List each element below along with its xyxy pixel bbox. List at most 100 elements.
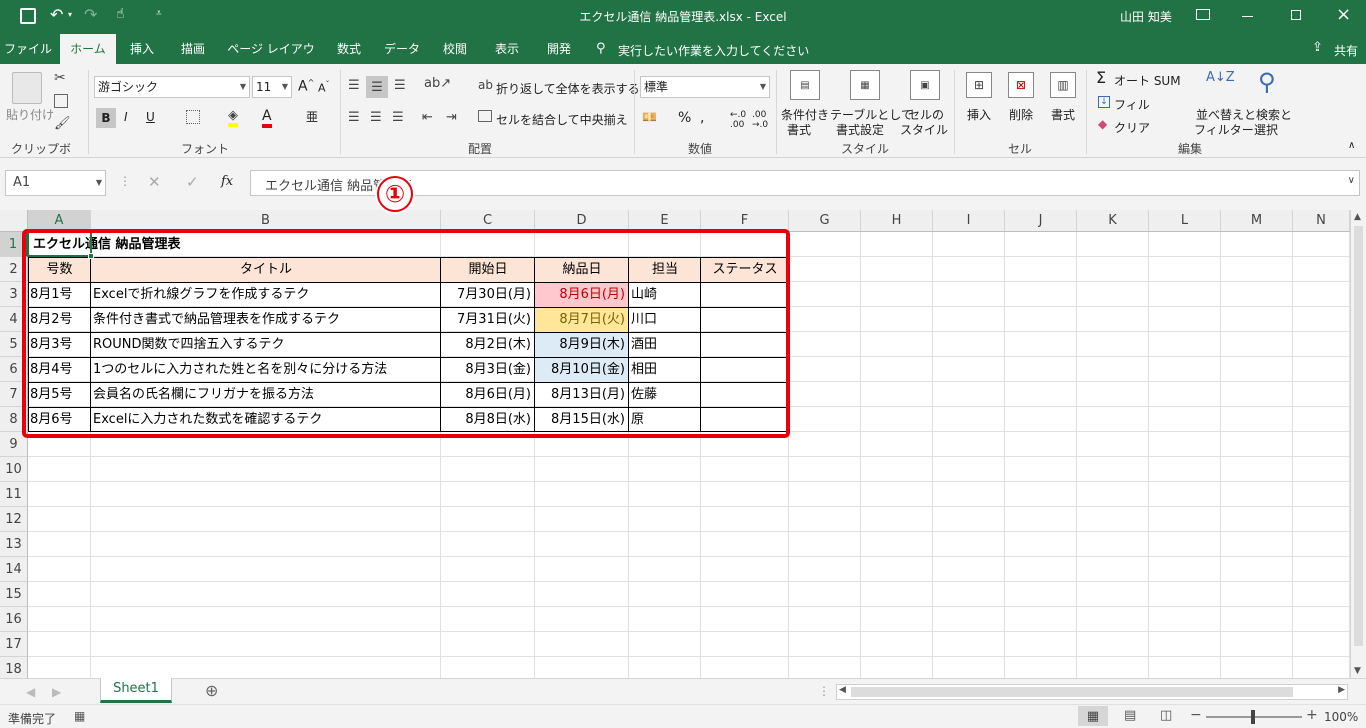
- decrease-indent-icon[interactable]: ⇤: [422, 110, 433, 125]
- horizontal-scroll-thumb[interactable]: [851, 687, 1293, 697]
- fill-button[interactable]: フィル: [1114, 96, 1150, 113]
- cancel-entry-icon[interactable]: ✕: [148, 173, 161, 191]
- row-header[interactable]: 15: [0, 582, 28, 607]
- tab-data[interactable]: データ: [378, 34, 426, 64]
- normal-view-icon[interactable]: ▦: [1078, 706, 1108, 726]
- underline-button[interactable]: U: [146, 110, 155, 124]
- share-icon[interactable]: ⇪: [1312, 40, 1323, 55]
- tab-insert[interactable]: 挿入: [118, 34, 166, 64]
- formula-expand-icon[interactable]: ∨: [1348, 175, 1355, 186]
- align-left-icon[interactable]: ☰: [348, 110, 360, 125]
- close-icon[interactable]: ×: [1336, 4, 1351, 25]
- row-header[interactable]: 13: [0, 532, 28, 557]
- increase-indent-icon[interactable]: ⇥: [446, 110, 457, 125]
- zoom-slider-thumb[interactable]: [1251, 710, 1255, 724]
- tell-me-box[interactable]: 実行したい作業を入力してください: [618, 42, 809, 59]
- sheet-bar-splitter-icon[interactable]: ⋮: [818, 684, 830, 698]
- tab-view[interactable]: 表示: [484, 34, 530, 64]
- undo-dropdown-icon[interactable]: ▾: [68, 10, 72, 19]
- vertical-scroll-thumb[interactable]: [1354, 226, 1363, 646]
- tab-formulas[interactable]: 数式: [326, 34, 372, 64]
- macro-record-icon[interactable]: ▦: [74, 709, 85, 723]
- column-header[interactable]: N: [1293, 210, 1350, 232]
- column-header[interactable]: G: [789, 210, 861, 232]
- zoom-level[interactable]: 100%: [1324, 710, 1358, 724]
- increase-decimal-icon[interactable]: ←.0.00: [730, 110, 746, 130]
- fill-icon[interactable]: ↓: [1098, 96, 1110, 108]
- insert-function-button[interactable]: fx: [221, 174, 233, 189]
- insert-cells-icon[interactable]: ⊞: [966, 72, 992, 98]
- scroll-up-icon[interactable]: ▲: [1354, 212, 1361, 222]
- paste-icon[interactable]: [12, 72, 42, 104]
- sort-filter-label-2[interactable]: フィルター: [1194, 121, 1254, 138]
- percent-style-icon[interactable]: %: [678, 110, 691, 126]
- next-sheet-icon[interactable]: ▶: [52, 685, 61, 699]
- wrap-text-icon[interactable]: ab: [478, 78, 493, 92]
- merge-center-icon[interactable]: [478, 110, 492, 122]
- conditional-formatting-icon[interactable]: ▤: [790, 70, 820, 100]
- decrease-decimal-icon[interactable]: .00 →.0: [752, 110, 768, 130]
- cell-styles-label-2[interactable]: スタイル: [900, 121, 948, 138]
- wrap-text-button[interactable]: 折り返して全体を表示する: [496, 80, 640, 97]
- number-format-select[interactable]: 標準 ▼: [640, 76, 770, 98]
- cell-styles-icon[interactable]: ▣: [910, 70, 940, 100]
- column-header[interactable]: K: [1077, 210, 1149, 232]
- collapse-ribbon-icon[interactable]: ∧: [1348, 140, 1355, 151]
- font-size-select[interactable]: 11 ▼: [252, 76, 292, 98]
- share-button[interactable]: 共有: [1334, 42, 1358, 59]
- vertical-scrollbar[interactable]: ▲ ▼: [1350, 210, 1366, 678]
- delete-cells-icon[interactable]: ⊠: [1008, 72, 1034, 98]
- comma-style-icon[interactable]: ,: [700, 110, 704, 126]
- tab-review[interactable]: 校閲: [432, 34, 478, 64]
- align-top-icon[interactable]: ☰: [348, 78, 360, 93]
- row-header[interactable]: 11: [0, 482, 28, 507]
- column-header[interactable]: J: [1005, 210, 1077, 232]
- column-header[interactable]: H: [861, 210, 933, 232]
- sort-filter-icon[interactable]: A↓Z: [1206, 70, 1235, 85]
- copy-icon[interactable]: [54, 94, 68, 108]
- scroll-left-icon[interactable]: ◀: [839, 685, 846, 695]
- sheet-tab-sheet1[interactable]: Sheet1: [100, 678, 172, 703]
- phonetic-icon[interactable]: 亜: [306, 108, 318, 125]
- bold-button[interactable]: B: [96, 108, 116, 128]
- row-header[interactable]: 17: [0, 632, 28, 657]
- column-header[interactable]: M: [1221, 210, 1293, 232]
- worksheet-grid[interactable]: A B C D E F G H I J K L M N 1 2 3 4 5 6 7 8 9 10 11 12 13 14 15 16 17 1…: [0, 210, 1366, 678]
- clear-icon[interactable]: ◆: [1098, 117, 1107, 131]
- row-header[interactable]: 12: [0, 507, 28, 532]
- restore-icon[interactable]: [1291, 10, 1301, 20]
- undo-icon[interactable]: ↶: [50, 5, 63, 24]
- formula-input[interactable]: エクセル通信 納品管理表 ∨: [250, 170, 1360, 196]
- italic-button[interactable]: I: [124, 110, 128, 124]
- merge-center-button[interactable]: セルを結合して中央揃え: [496, 111, 628, 128]
- tab-home[interactable]: ホーム: [60, 34, 116, 64]
- insert-cells-button[interactable]: 挿入: [967, 106, 991, 123]
- horizontal-scrollbar[interactable]: ◀ ▶: [836, 684, 1348, 700]
- delete-cells-button[interactable]: 削除: [1009, 106, 1033, 123]
- format-cells-icon[interactable]: ▥: [1050, 72, 1076, 98]
- scroll-right-icon[interactable]: ▶: [1338, 685, 1345, 695]
- decrease-font-icon[interactable]: Aˇ: [318, 80, 330, 95]
- add-sheet-icon[interactable]: ⊕: [205, 681, 218, 700]
- row-header[interactable]: 10: [0, 457, 28, 482]
- borders-icon[interactable]: [186, 110, 200, 124]
- format-cells-button[interactable]: 書式: [1051, 106, 1075, 123]
- zoom-out-icon[interactable]: −: [1190, 707, 1202, 723]
- clear-button[interactable]: クリア: [1114, 119, 1150, 136]
- align-bottom-icon[interactable]: ☰: [394, 78, 406, 93]
- format-as-table-icon[interactable]: ▦: [850, 70, 880, 100]
- orientation-icon[interactable]: ab↗: [424, 76, 451, 91]
- row-header[interactable]: 16: [0, 607, 28, 632]
- conditional-formatting-label-2[interactable]: 書式: [787, 121, 811, 138]
- minimize-icon[interactable]: [1242, 16, 1253, 17]
- tab-file[interactable]: ファイル: [0, 34, 56, 64]
- accounting-format-icon[interactable]: 💴: [642, 110, 657, 124]
- user-name[interactable]: 山田 知美: [1120, 8, 1172, 25]
- zoom-in-icon[interactable]: +: [1306, 707, 1318, 723]
- autosum-button[interactable]: オート SUM: [1114, 72, 1181, 89]
- row-header[interactable]: 14: [0, 557, 28, 582]
- autosum-icon[interactable]: Σ: [1096, 68, 1106, 87]
- row-header[interactable]: 18: [0, 657, 28, 678]
- ribbon-display-options-icon[interactable]: [1196, 9, 1210, 20]
- column-header[interactable]: I: [933, 210, 1005, 232]
